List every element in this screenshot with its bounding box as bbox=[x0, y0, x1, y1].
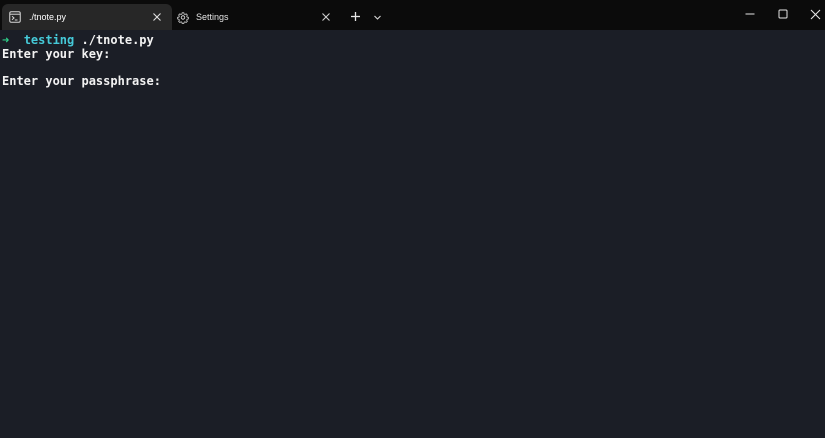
prompt-directory: testing bbox=[23, 33, 75, 47]
prompt-arrow-icon: ➜ bbox=[2, 33, 10, 47]
output-line: Enter your passphrase: bbox=[2, 73, 161, 88]
close-icon[interactable] bbox=[150, 10, 164, 24]
maximize-icon[interactable] bbox=[774, 5, 792, 23]
output-line: Enter your key: bbox=[2, 46, 111, 61]
plus-icon[interactable] bbox=[348, 9, 362, 23]
tab-tnote[interactable]: ./tnote.py bbox=[2, 4, 172, 30]
terminal-window: ./tnote.py Settings ➜ testing ./tnote.py… bbox=[0, 0, 825, 438]
tab-title: Settings bbox=[196, 12, 229, 22]
window-close-icon[interactable] bbox=[806, 5, 824, 23]
minimize-icon[interactable] bbox=[741, 5, 759, 23]
prompt-command: ./tnote.py bbox=[81, 33, 154, 47]
prompt-line: ➜ testing ./tnote.py bbox=[2, 33, 161, 48]
close-icon[interactable] bbox=[319, 10, 333, 24]
tab-settings[interactable]: Settings bbox=[172, 4, 340, 30]
tab-title: ./tnote.py bbox=[29, 12, 67, 22]
gear-icon bbox=[177, 11, 189, 24]
terminal-output[interactable]: ➜ testing ./tnote.py Enter your key: Ent… bbox=[0, 30, 825, 438]
terminal-icon bbox=[9, 11, 21, 23]
tab-bar: ./tnote.py Settings bbox=[0, 0, 825, 30]
chevron-down-icon[interactable] bbox=[370, 10, 384, 24]
